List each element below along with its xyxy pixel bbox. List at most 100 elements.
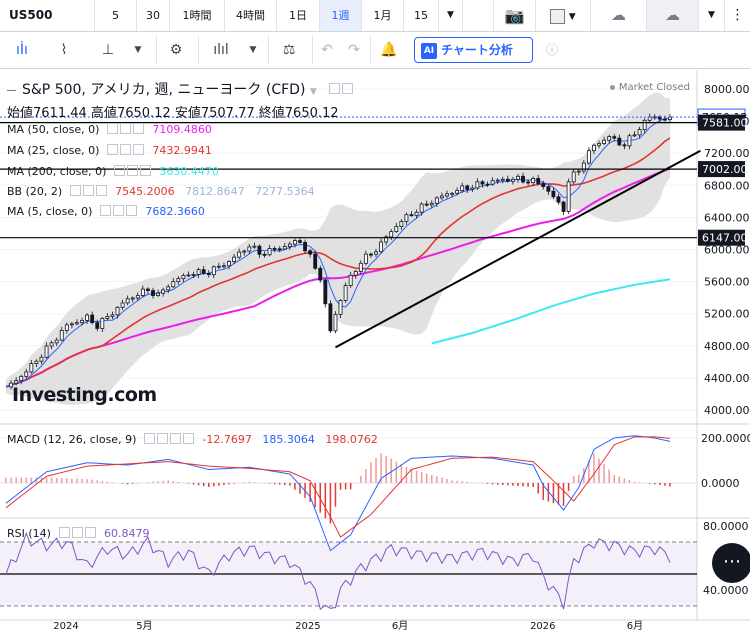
candle-down [617,137,622,146]
candle-up [581,162,586,172]
candle-up [287,243,292,247]
candle-up [75,322,79,325]
low-label: 安値 [174,106,201,121]
indicators-dropdown-icon[interactable]: ▼ [242,36,264,64]
candle-down [505,178,510,182]
macd-value: 185.3064 [262,433,315,446]
interval-15[interactable]: 15 [404,0,439,31]
candle-up [455,190,460,194]
candle-down [541,183,546,188]
collapse-legend-icon[interactable] [7,89,16,91]
title-dropdown-icon[interactable]: ▼ [310,87,317,97]
settings-gear-icon[interactable]: ⚙ [156,36,195,64]
chart-type-dropdown-icon[interactable]: ▼ [126,36,150,64]
candle-up [24,371,29,377]
candle-down [303,241,307,252]
cloud-load-icon[interactable]: ☁ [590,0,646,31]
color-swatch-icon [550,8,566,24]
candle-down [424,203,429,206]
time-axis-tick-label: 2024 [53,621,78,632]
candle-down [146,288,150,291]
compare-scale-icon[interactable]: ⚖ [268,36,309,64]
candle-down [313,253,318,269]
save-dropdown-icon[interactable]: ▼ [698,0,724,31]
candle-up [510,178,515,182]
candle-up [166,286,171,291]
price-axis-tick-label: 4000.00 [704,404,750,417]
ma200-value: 5630.4470 [159,165,219,178]
time-axis-tick-label: 6月 [627,620,643,632]
candle-down [90,314,95,324]
interval-1w[interactable]: 1週 [320,0,362,31]
candle-up [333,313,338,332]
interval-4h[interactable]: 4時間 [225,0,277,31]
legend-ma200[interactable]: MA (200, close, 0) 5630.4470 [7,165,219,179]
candle-up [227,261,231,267]
candle-up [49,342,54,347]
price-axis-tick-label: 8000.00 [704,83,750,96]
candle-up [343,285,348,301]
candle-up [191,274,196,276]
alert-bell-icon[interactable]: 🔔 [370,36,407,64]
ai-chart-analysis-button[interactable]: AI チャート分析 [414,37,533,63]
more-icon[interactable]: ⋮ [724,0,750,31]
candle-up [404,214,409,222]
ma25-label: MA (25, close, 0) [7,144,100,157]
candle-up [292,240,297,245]
undo-icon[interactable]: ↶ [312,36,341,64]
candle-down [546,186,551,192]
legend-bb[interactable]: BB (20, 2) 7545.2006 7812.8647 7277.5364 [7,185,315,199]
line-chart-icon[interactable]: ⌇ [48,36,80,64]
candle-up [80,320,84,324]
info-icon[interactable]: ⓘ [541,36,563,64]
more-options-fab[interactable]: ⋯ [712,543,750,583]
open-label: 始値 [7,106,34,121]
legend-ma5[interactable]: MA (5, close, 0) 7682.3660 [7,205,205,219]
candle-up [14,380,19,384]
candle-down [323,279,328,305]
macd-signal-value: 198.0762 [325,433,378,446]
candle-down [318,267,323,281]
interval-1h[interactable]: 1時間 [170,0,225,31]
interval-1d[interactable]: 1日 [277,0,320,31]
candle-up [353,270,358,276]
bb-lower-value: 7277.5364 [255,185,315,198]
candle-up [627,135,632,147]
legend-macd[interactable]: MACD (12, 26, close, 9) -12.7697 185.3064… [7,433,378,447]
candle-up [282,246,287,250]
candle-up [607,136,612,141]
interval-dropdown-icon[interactable]: ▼ [439,0,463,31]
cloud-save-icon[interactable]: ☁ [646,0,698,31]
indicators-icon[interactable]: ılıl [198,36,243,64]
interval-1m[interactable]: 1月 [362,0,404,31]
bar-chart-icon[interactable]: ⊥ [92,36,124,64]
candle-up [186,274,191,277]
candle-down [151,290,155,296]
legend-ma25[interactable]: MA (25, close, 0) 7432.9941 [7,144,212,158]
legend-ma50[interactable]: MA (50, close, 0) 7109.4860 [7,123,212,137]
price-label-text: 7581.00 [702,117,748,130]
chevron-down-icon: ▼ [568,12,576,22]
candle-up [135,295,140,299]
candle-chart-icon[interactable]: ıİı [8,36,36,64]
candle-up [216,265,221,268]
macd-signal-line [5,436,671,538]
candle-down [561,201,566,212]
interval-5[interactable]: 5 [95,0,137,31]
price-axis-tick-label: 6400.00 [704,211,750,224]
candle-down [556,196,561,203]
interval-30[interactable]: 30 [137,0,170,31]
rsi-label: RSI (14) [7,527,51,540]
candle-up [358,262,363,272]
legend-action-icons[interactable] [329,82,355,98]
candle-up [237,251,242,258]
redo-icon[interactable]: ↷ [340,36,368,64]
candle-up [171,281,176,288]
price-axis-tick-label: 5200.00 [704,308,750,321]
legend-rsi[interactable]: RSI (14) 60.8479 [7,527,149,541]
rsi-axis-tick-label: 80.0000 [703,520,749,533]
color-picker-button[interactable]: ▼ [535,0,590,31]
symbol-search[interactable]: US500 [0,0,95,31]
ma200-line [431,278,671,345]
camera-icon[interactable]: 📷 [493,0,535,31]
